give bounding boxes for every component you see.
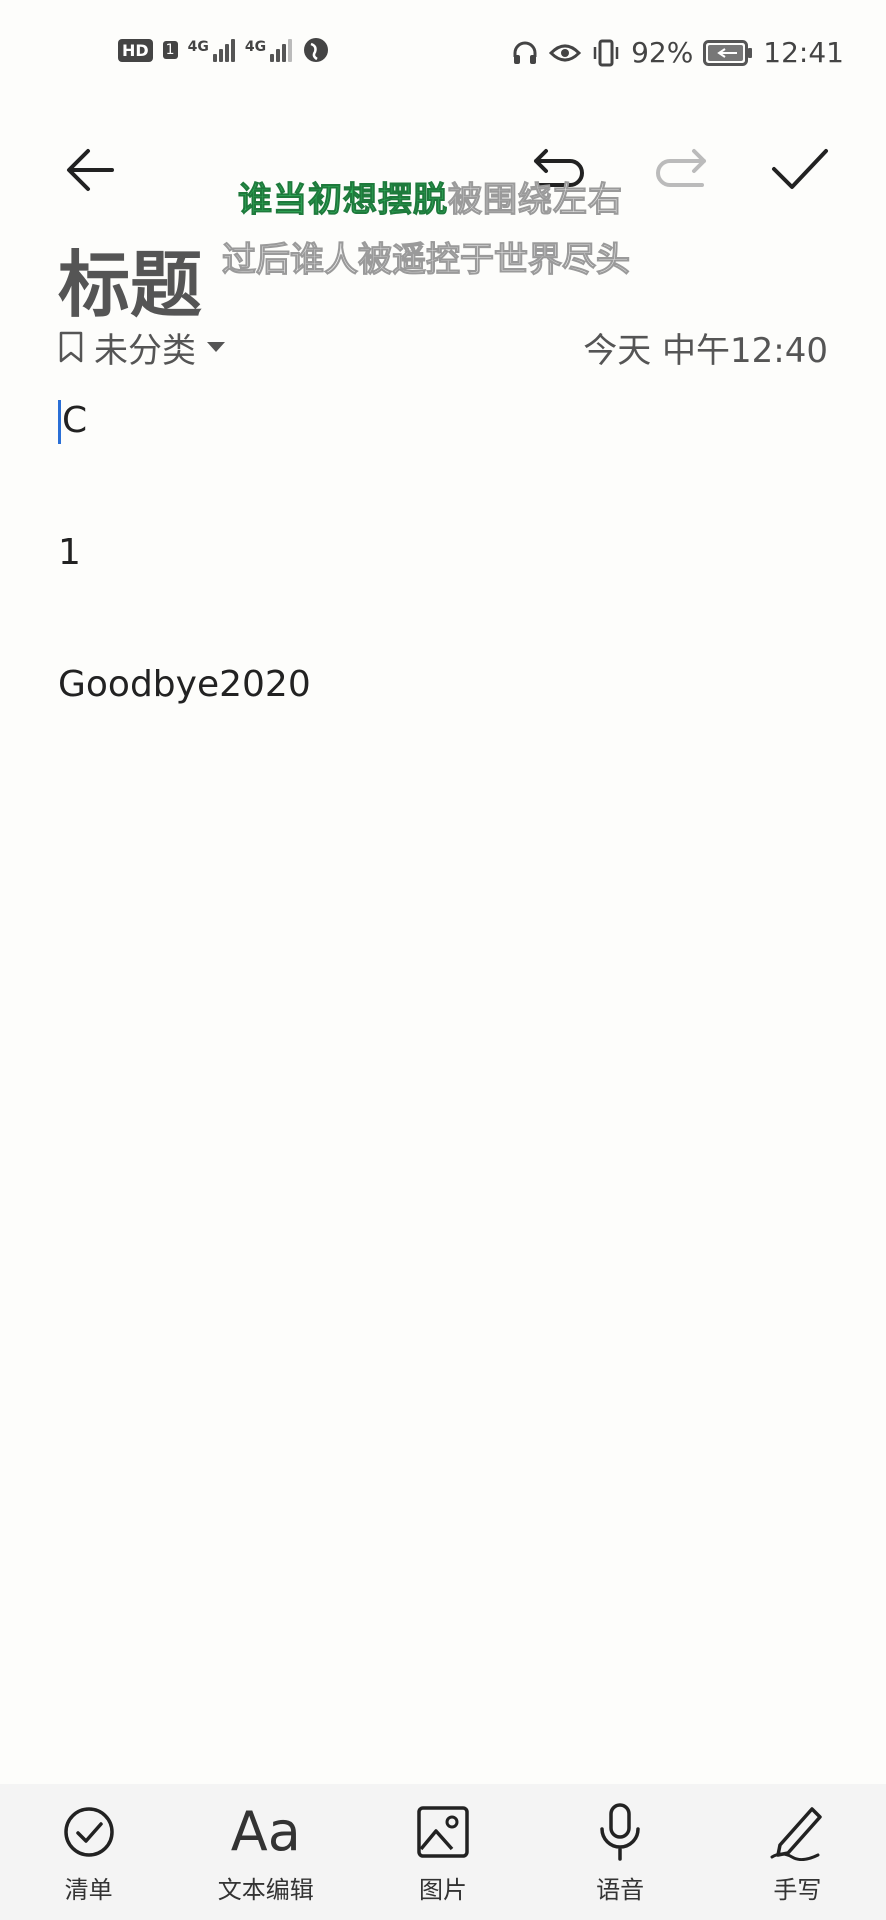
voice-button[interactable]: 语音 [535,1800,705,1905]
bookmark-icon [59,331,83,363]
note-line[interactable]: 1 [58,532,828,664]
checklist-label: 清单 [64,1875,113,1904]
text-edit-button[interactable]: Aa 文本编辑 [181,1800,351,1905]
battery-percent: 92% [631,36,694,69]
text-edit-label: 文本编辑 [217,1875,314,1904]
status-bar: HD 1 4G 4G 92% 12:41 [0,0,886,110]
hd-icon: HD [118,38,153,62]
image-icon [417,1805,469,1858]
note-timestamp: 今天 中午12:40 [583,330,828,371]
text-cursor [58,400,61,444]
status-right: 92% 12:41 [511,36,844,69]
note-line-text: Goodbye2020 [58,664,311,705]
checklist-button[interactable]: 清单 [4,1800,174,1905]
lyric-line-2: 过后谁人被遥控于世界尽头 [222,240,631,281]
pen-icon [770,1806,823,1861]
headphones-icon [513,41,537,64]
image-label: 图片 [418,1875,467,1904]
redo-button[interactable] [640,130,720,210]
sim2-label: 4G [244,38,267,55]
category-label: 未分类 [94,330,196,371]
voice-label: 语音 [596,1875,645,1904]
eye-comfort-icon [549,44,582,61]
dropdown-triangle-icon [207,342,225,352]
vpn-globe-icon [304,38,329,62]
back-button[interactable] [50,130,130,210]
note-line-text: 1 [58,532,81,573]
note-line[interactable]: C [58,400,828,532]
status-left: HD 1 4G 4G [118,36,330,64]
checkmark-icon [772,149,828,189]
lyric-line-1: 谁当初想摆脱被围绕左右 [238,172,623,221]
redo-icon [656,149,706,187]
status-time: 12:41 [763,36,844,69]
save-button[interactable] [760,130,840,210]
handwriting-button[interactable]: 手写 [712,1800,882,1905]
lyric-line-1-rest: 被围绕左右 [448,180,623,221]
note-line-text: C [62,400,88,441]
category-selector[interactable]: 未分类 [58,323,226,372]
lyric-line-1-sung: 谁当初想摆脱 [238,180,448,221]
back-arrow-icon [67,149,114,191]
note-line[interactable]: Goodbye2020 [58,664,828,796]
checklist-icon [63,1806,114,1857]
note-meta: 未分类 今天 中午12:40 [58,322,828,372]
text-format-icon: Aa [230,1800,301,1863]
microphone-icon [600,1802,640,1861]
handwriting-label: 手写 [773,1875,822,1904]
sim1-label: 4G [187,38,209,55]
sim-1-badge-icon: 1 [162,41,178,59]
signal-1-icon: 4G [187,38,235,62]
bottom-toolbar: 清单 Aa 文本编辑 图片 语音 手写 [0,1784,886,1920]
note-title[interactable]: 标题 [58,226,202,331]
signal-2-icon: 4G [244,38,293,62]
battery-charging-icon [703,39,753,66]
note-body-editor[interactable]: C 1 Goodbye2020 [58,400,828,796]
vibrate-icon [593,39,619,66]
image-button[interactable]: 图片 [358,1800,528,1905]
